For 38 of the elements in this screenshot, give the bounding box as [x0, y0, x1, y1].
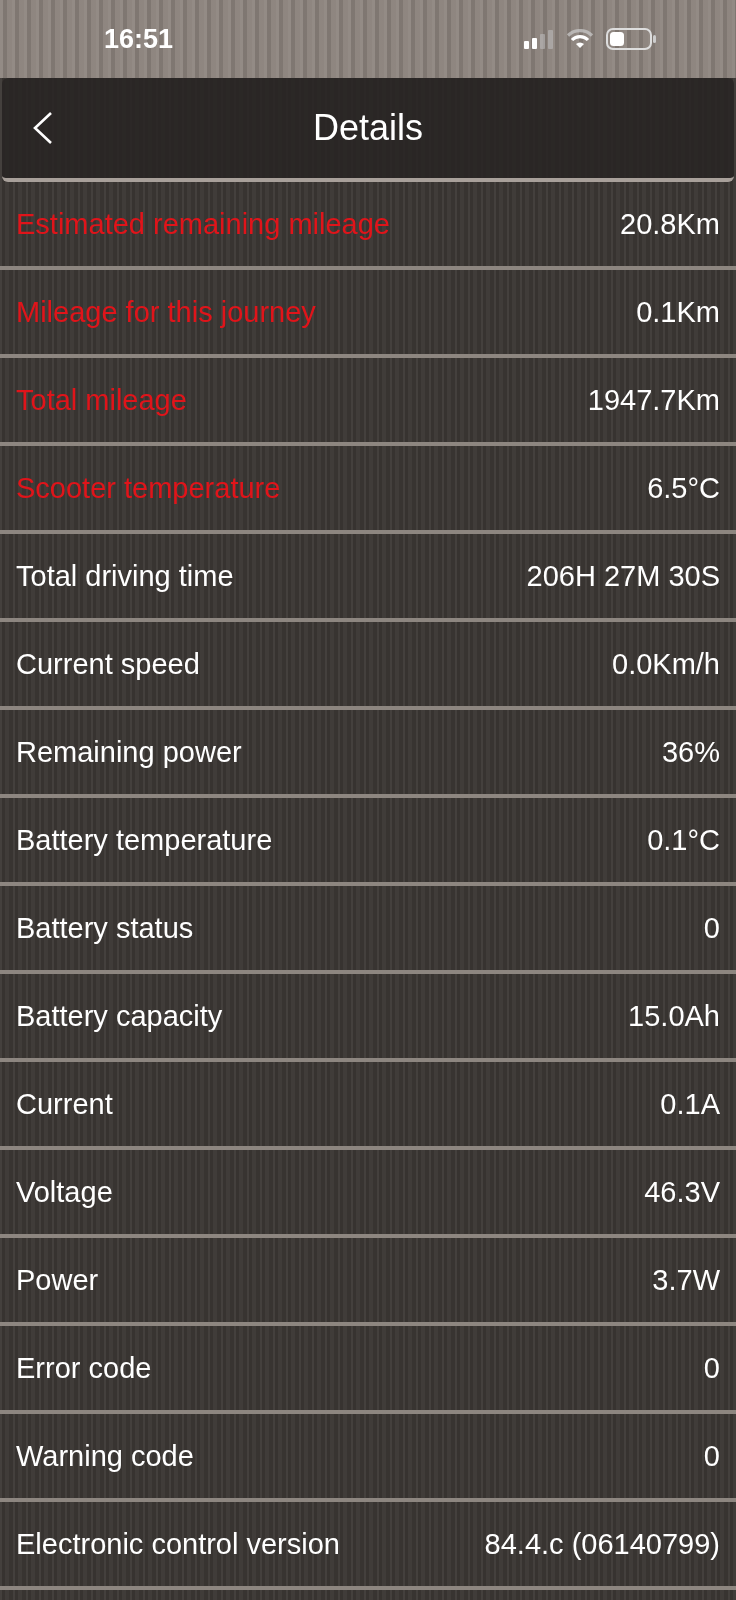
- row-value: 36%: [661, 735, 720, 769]
- page-title: Details: [312, 107, 423, 149]
- battery-icon: [606, 27, 658, 51]
- row-label: Power: [16, 1263, 99, 1297]
- row-label: Estimated remaining mileage: [16, 207, 390, 241]
- row-label: Remaining power: [16, 735, 242, 769]
- back-icon[interactable]: [32, 111, 54, 145]
- row-label: Warning code: [16, 1439, 194, 1473]
- row-label: Error code: [16, 1351, 152, 1385]
- row-value: 0: [703, 1439, 720, 1473]
- row-value: 6.5°C: [647, 471, 720, 505]
- row-label: Current speed: [16, 647, 200, 681]
- row-label: Current: [16, 1087, 113, 1121]
- row-value: 1947.7Km: [587, 383, 720, 417]
- row-label: Electronic control version: [16, 1527, 340, 1561]
- status-time: 16:51: [104, 23, 174, 55]
- row-value: 0.1A: [660, 1087, 720, 1121]
- row-value: 15.0Ah: [628, 999, 720, 1033]
- row-value: 0.0Km/h: [612, 647, 720, 681]
- row-label: Total driving time: [16, 559, 234, 593]
- row-value: 84.4.c (06140799): [484, 1527, 720, 1561]
- wifi-icon: [566, 29, 594, 49]
- row-value: 0: [703, 1351, 720, 1385]
- row-value: 20.8Km: [620, 207, 720, 241]
- row-label: Scooter temperature: [16, 471, 281, 505]
- row-value: 0: [703, 911, 720, 945]
- row-value: 0.1°C: [647, 823, 720, 857]
- row-label: Mileage for this journey: [16, 295, 316, 329]
- row-value: 206H 27M 30S: [526, 559, 720, 593]
- row-value: 46.3V: [644, 1175, 720, 1209]
- row-label: Battery status: [16, 911, 194, 945]
- row-label: Battery capacity: [16, 999, 223, 1033]
- row-label: Total mileage: [16, 383, 187, 417]
- row-value: 3.7W: [652, 1263, 720, 1297]
- row-label: Battery temperature: [16, 823, 273, 857]
- row-value: 0.1Km: [636, 295, 720, 329]
- signal-icon: [524, 29, 554, 49]
- row-label: Voltage: [16, 1175, 113, 1209]
